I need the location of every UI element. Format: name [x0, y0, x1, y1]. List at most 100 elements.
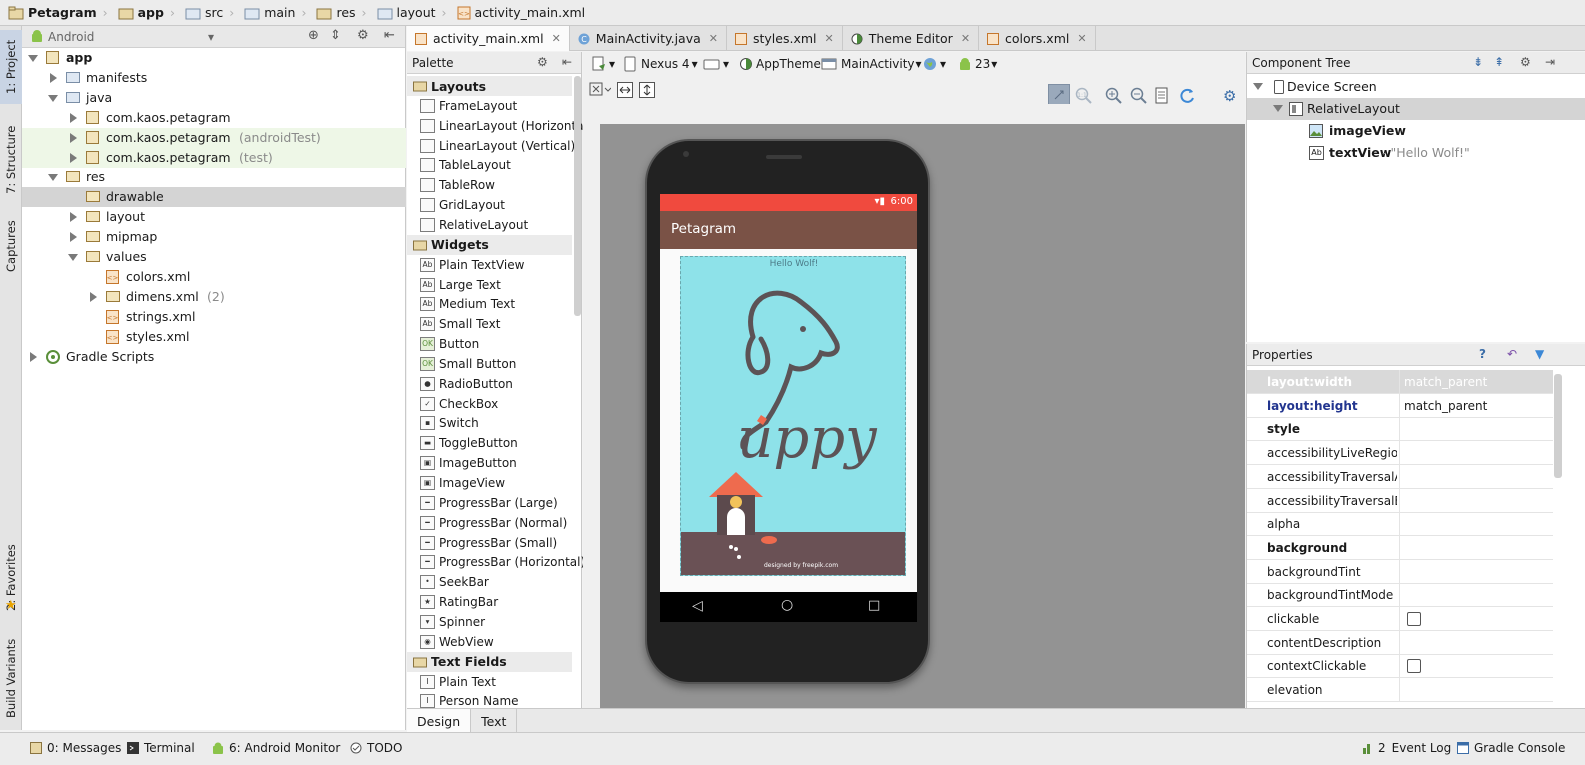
palette-item[interactable]: OK Small Button	[407, 354, 572, 374]
locale-dropdown[interactable]: ▾	[923, 54, 946, 74]
palette-item[interactable]: Ab Small Text	[407, 314, 572, 334]
palette-item[interactable]: ◉ WebView	[407, 632, 572, 652]
zoom-out-icon[interactable]	[1130, 86, 1148, 106]
breadcrumb-item-activity-main[interactable]: <> activity_main.xml	[453, 0, 592, 26]
property-value[interactable]	[1399, 630, 1553, 655]
palette-item[interactable]: Ab Large Text	[407, 275, 572, 295]
property-row[interactable]: accessibilityTraversalBefore	[1247, 488, 1553, 513]
palette-item[interactable]: TableRow	[407, 175, 572, 195]
close-tab-icon[interactable]: ✕	[1077, 32, 1086, 45]
structure-tool-tab[interactable]: 7: Structure	[0, 116, 22, 204]
palette-item[interactable]: Ab Plain TextView	[407, 255, 572, 275]
palette-item[interactable]: ━ ProgressBar (Small)	[407, 533, 572, 553]
collapse-arrow-icon[interactable]	[48, 94, 58, 102]
palette-item[interactable]: GridLayout	[407, 195, 572, 215]
tree-item[interactable]: java	[22, 88, 406, 108]
breadcrumb-item-layout[interactable]: layout ›	[373, 0, 453, 26]
property-row[interactable]: contentDescription	[1247, 630, 1553, 655]
property-row[interactable]: alpha	[1247, 512, 1553, 537]
property-row[interactable]: layout:width match_parent	[1247, 370, 1553, 394]
filter-icon[interactable]: ▼	[1535, 347, 1544, 361]
tree-item[interactable]: dimens.xml (2)	[22, 287, 406, 307]
palette-item[interactable]: ▪ Switch	[407, 413, 572, 433]
property-value[interactable]	[1399, 535, 1553, 560]
settings-gear-icon[interactable]: ⚙	[1223, 86, 1236, 106]
palette-item[interactable]: Ab Medium Text	[407, 294, 572, 314]
palette-scrollbar[interactable]	[574, 76, 581, 316]
activity-dropdown[interactable]: MainActivity ▾	[821, 54, 922, 74]
tab-activity-main-xml[interactable]: activity_main.xml ✕	[407, 26, 570, 51]
property-value[interactable]	[1399, 607, 1553, 631]
tab-styles-xml[interactable]: styles.xml ✕	[727, 26, 843, 51]
collapse-arrow-icon[interactable]	[28, 55, 38, 62]
todo-tool-button[interactable]: TODO	[350, 741, 402, 755]
property-row[interactable]: elevation	[1247, 678, 1553, 703]
palette-group-text-fields[interactable]: Text Fields	[407, 651, 572, 672]
palette-item[interactable]: OK Button	[407, 334, 572, 354]
palette-item[interactable]: ━ ProgressBar (Large)	[407, 493, 572, 513]
tab-mainactivity-java[interactable]: C MainActivity.java ✕	[570, 26, 727, 51]
tab-text[interactable]: Text	[471, 709, 518, 733]
property-value[interactable]	[1399, 678, 1553, 703]
resize-horizontal-icon[interactable]	[617, 80, 633, 100]
design-mode-dropdown[interactable]: ▾	[591, 54, 615, 74]
expand-arrow-icon[interactable]	[70, 232, 77, 243]
tree-item[interactable]: mipmap	[22, 227, 406, 247]
palette-item[interactable]: LinearLayout (Horizontal)	[407, 116, 592, 136]
tab-design[interactable]: Design	[407, 709, 472, 733]
settings-gear-icon[interactable]: ⚙	[357, 28, 369, 43]
tab-theme-editor[interactable]: Theme Editor ✕	[843, 26, 980, 51]
property-value[interactable]: match_parent	[1399, 370, 1553, 394]
property-row[interactable]: style	[1247, 417, 1553, 442]
close-tab-icon[interactable]: ✕	[552, 32, 561, 45]
tree-node-textview[interactable]: Ab textView - "Hello Wolf!"	[1247, 142, 1585, 164]
palette-item[interactable]: RelativeLayout	[407, 215, 572, 235]
property-value[interactable]	[1399, 417, 1553, 442]
property-row[interactable]: accessibilityLiveRegion	[1247, 441, 1553, 466]
palette-group-layouts[interactable]: Layouts	[407, 76, 572, 96]
project-view-selector[interactable]: Android ▾	[48, 26, 218, 48]
breadcrumb-item-app[interactable]: app ›	[114, 0, 181, 26]
expand-arrow-icon[interactable]	[70, 152, 77, 163]
collapse-arrow-icon[interactable]	[48, 174, 58, 182]
zoom-to-fit-icon[interactable]	[589, 80, 611, 100]
recents-nav-icon[interactable]: □	[868, 598, 880, 613]
refresh-icon[interactable]	[1178, 86, 1196, 106]
close-tab-icon[interactable]: ✕	[709, 32, 718, 45]
expand-arrow-icon[interactable]	[90, 291, 97, 302]
gradle-console-tool-button[interactable]: Gradle Console	[1457, 741, 1565, 755]
expand-arrow-icon[interactable]	[1253, 83, 1263, 90]
breadcrumb-item-petagram[interactable]: Petagram ›	[4, 0, 114, 26]
hide-panel-icon[interactable]: ⇥	[1545, 55, 1555, 69]
tree-item[interactable]: app	[22, 48, 406, 68]
tree-item[interactable]: drawable	[22, 187, 406, 208]
theme-dropdown[interactable]: AppTheme	[739, 54, 821, 74]
collapse-all-icon[interactable]: ⇞	[1494, 55, 1504, 69]
expand-arrow-icon[interactable]	[70, 112, 77, 123]
android-monitor-tool-button[interactable]: 6: Android Monitor	[212, 741, 340, 755]
property-row[interactable]: accessibilityTraversalAfter	[1247, 464, 1553, 489]
pan-mode-icon[interactable]	[1048, 84, 1070, 106]
property-checkbox[interactable]	[1407, 612, 1421, 626]
event-log-tool-button[interactable]: 2 Event Log	[1363, 741, 1451, 755]
palette-item[interactable]: LinearLayout (Vertical)	[407, 136, 575, 156]
zoom-in-icon[interactable]	[1105, 86, 1123, 106]
captures-tool-tab[interactable]: Captures	[0, 212, 22, 280]
tree-item[interactable]: manifests	[22, 68, 406, 88]
close-tab-icon[interactable]: ✕	[825, 32, 834, 45]
image-view[interactable]: Hello Wolf! uppy designed by freepik.com	[680, 256, 906, 576]
tree-item[interactable]: Gradle Scripts	[22, 347, 406, 367]
palette-item[interactable]: ▬ ToggleButton	[407, 433, 572, 453]
palette-item[interactable]: ━ ProgressBar (Horizontal)	[407, 552, 585, 572]
collapse-arrow-icon[interactable]	[68, 254, 78, 261]
palette-item[interactable]: ✓ CheckBox	[407, 394, 572, 414]
property-row[interactable]: background	[1247, 535, 1553, 560]
palette-item[interactable]: ▣ ImageButton	[407, 453, 572, 473]
expand-arrow-icon[interactable]	[30, 351, 37, 362]
tree-item[interactable]: layout	[22, 207, 406, 227]
palette-item[interactable]: ★ RatingBar	[407, 592, 572, 612]
tree-item[interactable]: values	[22, 247, 406, 267]
palette-item[interactable]: TableLayout	[407, 155, 572, 175]
tab-colors-xml[interactable]: colors.xml ✕	[979, 26, 1096, 51]
expand-arrow-icon[interactable]	[1273, 105, 1283, 112]
